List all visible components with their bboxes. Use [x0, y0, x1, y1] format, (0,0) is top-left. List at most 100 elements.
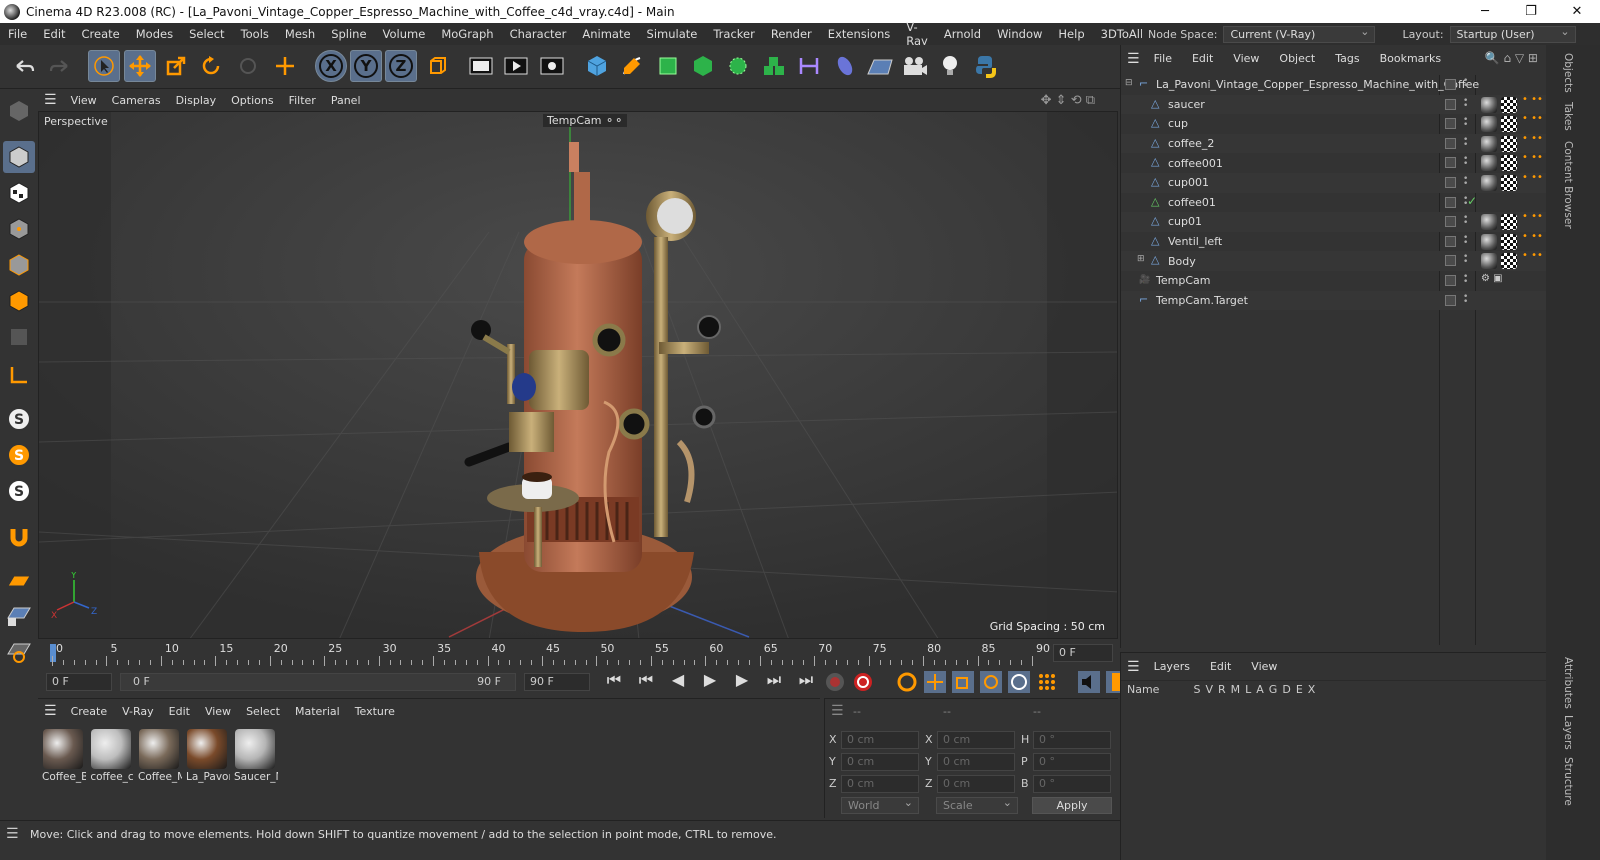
layer-menu-edit[interactable]: Edit: [1210, 660, 1231, 673]
next-key-icon[interactable]: ⏭: [761, 670, 787, 690]
menu-animate[interactable]: Animate: [574, 27, 638, 41]
autokey-icon[interactable]: [852, 671, 874, 693]
material-swatch[interactable]: Coffee_B: [42, 729, 86, 783]
material-tag-icon[interactable]: [1481, 96, 1497, 113]
object-row[interactable]: ⌐ La_Pavoni_Vintage_Copper_Espresso_Machi…: [1121, 75, 1547, 95]
material-tag-icon[interactable]: [1481, 116, 1497, 133]
object-row[interactable]: 🎥 TempCam • • ⚙ ▣: [1121, 271, 1547, 291]
menu-mesh[interactable]: Mesh: [277, 27, 323, 41]
layout-dropdown[interactable]: Startup (User): [1449, 24, 1576, 43]
menu-modes[interactable]: Modes: [128, 27, 181, 41]
object-menu-tags[interactable]: Tags: [1335, 52, 1359, 65]
object-enable-checkbox[interactable]: [1445, 177, 1456, 188]
viewport-menu-cameras[interactable]: Cameras: [112, 94, 161, 107]
pen-spline-icon[interactable]: [616, 50, 648, 82]
object-row[interactable]: △ Ventil_left • • • ••: [1121, 231, 1547, 252]
render-region-icon[interactable]: [465, 50, 497, 82]
menu-mograph[interactable]: MoGraph: [433, 27, 501, 41]
coordinate-scale-dropdown[interactable]: Scale: [936, 795, 1018, 814]
vray-tag-icon[interactable]: • ••: [1522, 114, 1543, 124]
parameter-key-icon[interactable]: [1008, 671, 1030, 693]
coord-value-field[interactable]: 0 cm: [937, 731, 1015, 749]
object-menu-view[interactable]: View: [1233, 52, 1259, 65]
visibility-dots[interactable]: • •: [1463, 214, 1468, 228]
menu-vray[interactable]: V-Ray: [898, 20, 936, 48]
material-swatch[interactable]: coffee_c: [90, 729, 134, 783]
side-tab-content-browser[interactable]: Content Browser: [1562, 141, 1574, 229]
menu-edit[interactable]: Edit: [35, 27, 73, 41]
coord-value-field[interactable]: 0 cm: [937, 775, 1015, 793]
deformer-icon[interactable]: [793, 50, 825, 82]
vray-tag-icon[interactable]: • ••: [1522, 94, 1543, 104]
field-icon[interactable]: [829, 50, 861, 82]
magnet-icon[interactable]: [3, 521, 35, 553]
visibility-dots[interactable]: • •: [1463, 233, 1468, 247]
material-menu-create[interactable]: Create: [71, 705, 108, 718]
coord-value-field[interactable]: 0 °: [1033, 775, 1111, 793]
material-menu-select[interactable]: Select: [246, 705, 280, 718]
points-mode-icon[interactable]: [3, 213, 35, 245]
viewport-menu-filter[interactable]: Filter: [289, 94, 316, 107]
visibility-dots[interactable]: • •: [1463, 116, 1468, 130]
vray-tag-icon[interactable]: • ••: [1522, 133, 1543, 143]
live-selection-icon[interactable]: [88, 50, 120, 82]
grid-snap-icon[interactable]: [3, 635, 35, 667]
layer-column-header[interactable]: L: [1245, 683, 1251, 696]
coord-value-field[interactable]: 0 °: [1033, 753, 1111, 771]
cube-primitive-icon[interactable]: [581, 50, 613, 82]
workplane-snap-icon[interactable]: S: [3, 475, 35, 507]
camera-icon[interactable]: [899, 50, 931, 82]
current-frame-field[interactable]: 0 F: [1053, 644, 1113, 662]
object-enable-checkbox[interactable]: [1445, 255, 1456, 267]
next-frame-icon[interactable]: ▶: [729, 670, 755, 690]
scale-tool-icon[interactable]: [160, 50, 192, 82]
viewport-menu-display[interactable]: Display: [176, 94, 217, 107]
layer-menu-icon[interactable]: ☰: [1127, 659, 1140, 675]
apply-button[interactable]: Apply: [1032, 797, 1112, 814]
object-enable-checkbox[interactable]: [1445, 196, 1456, 208]
texture-tag-icon[interactable]: [1501, 116, 1517, 133]
material-menu-vray[interactable]: V-Ray: [122, 705, 154, 718]
coordinate-world-dropdown[interactable]: World: [841, 795, 919, 814]
object-row[interactable]: △ saucer • • • ••: [1121, 94, 1547, 115]
viewport-camera-label[interactable]: TempCam ⚬⚬: [543, 114, 628, 127]
visibility-dots[interactable]: • •: [1463, 96, 1468, 110]
subdivision-surface-icon[interactable]: [652, 50, 684, 82]
visibility-dots[interactable]: • •: [1463, 253, 1468, 267]
timeline-ruler[interactable]: 0 F 0 5 10 15 20 25 30 35 40 45 50 55 60 65 70 75 80 85 90: [38, 640, 1118, 666]
texture-tag-icon[interactable]: [1501, 253, 1517, 270]
layer-column-header[interactable]: M: [1231, 683, 1241, 696]
vray-tag-icon[interactable]: • ••: [1522, 153, 1543, 163]
layer-column-header[interactable]: A: [1256, 683, 1264, 696]
snap-icon[interactable]: S: [3, 403, 35, 435]
object-enable-checkbox[interactable]: [1445, 275, 1456, 286]
object-enable-checkbox[interactable]: [1445, 216, 1456, 228]
viewport-menu-view[interactable]: View: [71, 94, 97, 107]
material-menu-edit[interactable]: Edit: [169, 705, 190, 718]
viewport-menu-icon[interactable]: ☰: [44, 92, 57, 108]
coord-value-field[interactable]: 0 cm: [937, 753, 1015, 771]
viewport-menu-panel[interactable]: Panel: [331, 94, 361, 107]
side-tab-layers[interactable]: Layers: [1562, 715, 1574, 750]
locked-workplane-icon[interactable]: [3, 599, 35, 631]
end-frame-field[interactable]: 90 F: [524, 673, 590, 691]
side-tab-objects[interactable]: Objects: [1562, 53, 1574, 93]
keyframe-selection-icon[interactable]: [896, 671, 918, 693]
mograph-cubes-icon[interactable]: [758, 50, 790, 82]
material-menu-texture[interactable]: Texture: [355, 705, 395, 718]
object-enable-checkbox[interactable]: [1445, 294, 1456, 306]
layer-column-header[interactable]: R: [1218, 683, 1226, 696]
maximize-button[interactable]: ❐: [1508, 0, 1554, 23]
visibility-dots[interactable]: • •: [1463, 175, 1468, 189]
coords-menu-icon[interactable]: ☰: [831, 703, 844, 719]
menu-window[interactable]: Window: [989, 27, 1050, 41]
object-row[interactable]: △ cup01 • • • ••: [1121, 212, 1547, 232]
layer-column-header[interactable]: D: [1282, 683, 1290, 696]
floor-icon[interactable]: [864, 50, 896, 82]
layer-menu-layers[interactable]: Layers: [1154, 660, 1190, 673]
texture-tag-icon[interactable]: [1501, 155, 1517, 172]
workplane-icon[interactable]: [3, 565, 35, 597]
texture-mode-icon[interactable]: [3, 177, 35, 209]
frame-range-slider[interactable]: 0 F 90 F: [120, 673, 516, 691]
minimize-button[interactable]: ─: [1462, 0, 1508, 23]
